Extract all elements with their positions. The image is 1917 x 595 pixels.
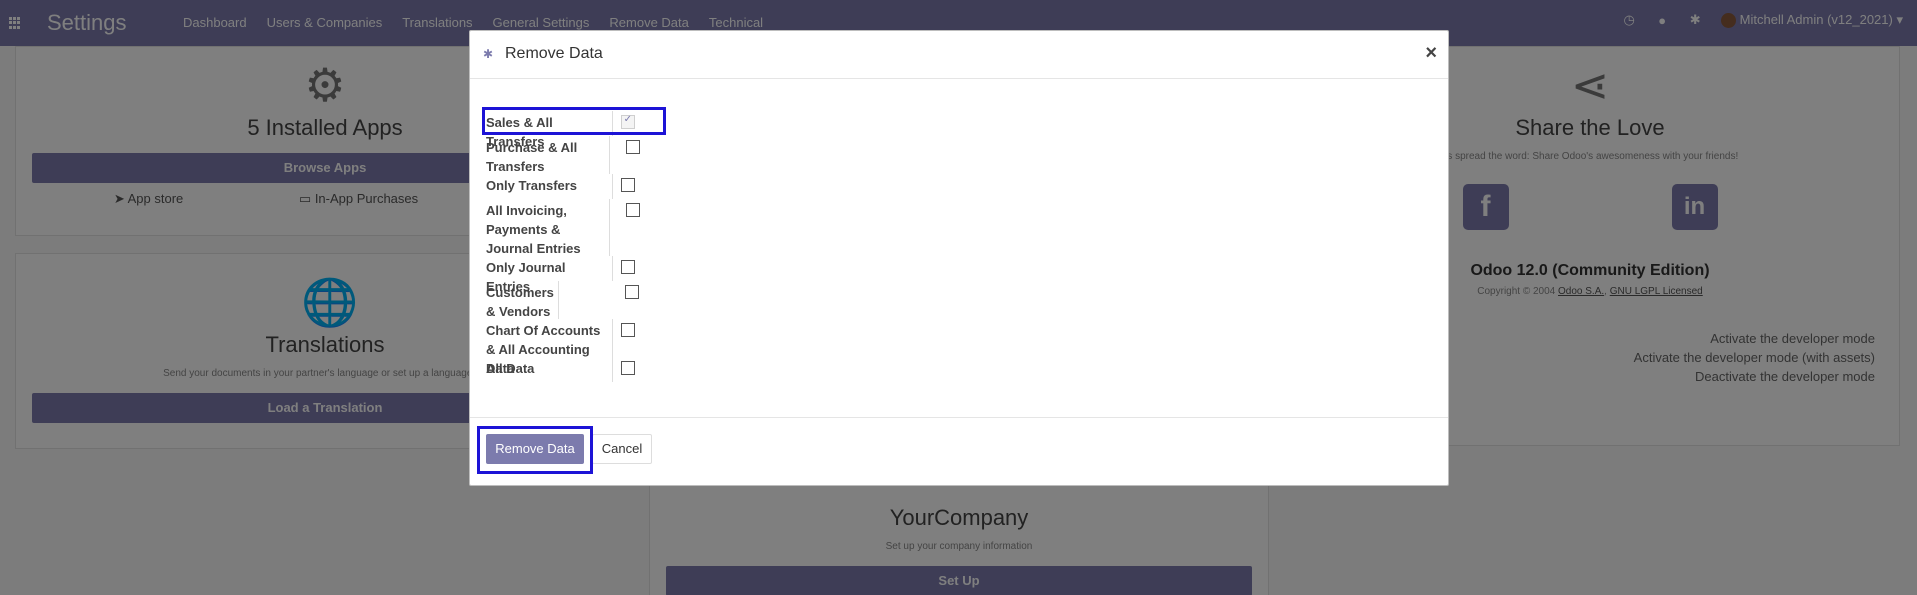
all-invoicing-checkbox[interactable]	[626, 203, 641, 217]
cancel-button[interactable]: Cancel	[592, 434, 652, 464]
remove-data-dialog: ✱ Remove Data × Sales & All Transfers Pu…	[469, 30, 1449, 486]
option-label: Purchase & All Transfers	[486, 136, 611, 174]
option-label: Only Journal Entries	[486, 256, 613, 294]
option-row: All Invoicing, Payments & Journal Entrie…	[486, 199, 646, 256]
option-row: Only Journal Entries	[486, 256, 646, 294]
customers-vendors-checkbox[interactable]	[624, 285, 639, 299]
purchase-transfers-checkbox[interactable]	[626, 140, 641, 154]
chart-of-accounts-checkbox[interactable]	[620, 323, 635, 337]
option-label: All Invoicing, Payments & Journal Entrie…	[486, 199, 611, 256]
option-row: Chart Of Accounts & All Accounting Data	[486, 319, 646, 376]
all-data-checkbox[interactable]	[620, 361, 635, 375]
option-row: All Data	[486, 357, 646, 382]
option-row: Customers & Vendors	[486, 281, 646, 319]
dialog-header: ✱ Remove Data ×	[470, 31, 1448, 79]
highlight-first-option	[482, 107, 666, 135]
option-row: Purchase & All Transfers	[486, 136, 646, 174]
dialog-footer: Remove Data Cancel	[470, 417, 1448, 485]
option-row: Only Transfers	[486, 174, 646, 199]
only-transfers-checkbox[interactable]	[620, 178, 635, 192]
option-label: All Data	[486, 357, 613, 382]
option-label: Only Transfers	[486, 174, 613, 199]
option-label: Chart Of Accounts & All Accounting Data	[486, 319, 613, 376]
option-label: Customers & Vendors	[486, 281, 559, 319]
close-button[interactable]: ×	[1425, 42, 1437, 65]
dialog-title: Remove Data	[505, 45, 603, 62]
highlight-remove-button	[477, 426, 593, 474]
only-journal-entries-checkbox[interactable]	[620, 260, 635, 274]
remove-options-form: Sales & All Transfers Purchase & All Tra…	[486, 111, 646, 382]
bug-icon: ✱	[483, 47, 494, 61]
